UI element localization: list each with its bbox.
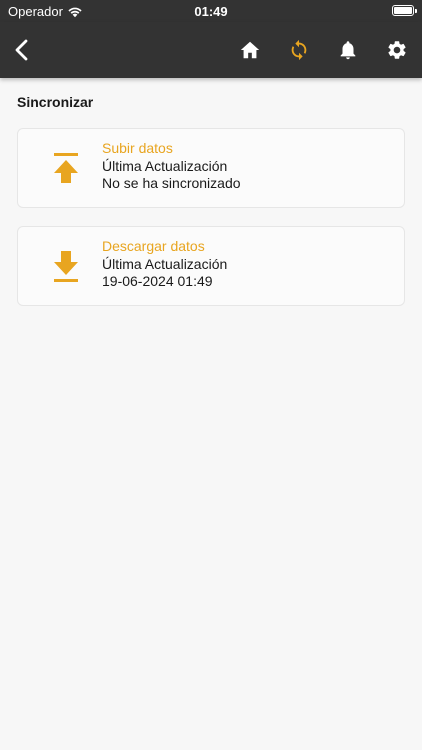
download-icon [54, 251, 78, 282]
download-card-text: Descargar datos Última Actualización 19-… [102, 238, 227, 291]
download-card-title: Descargar datos [102, 238, 205, 254]
battery-icon [392, 5, 414, 16]
download-card-status: 19-06-2024 01:49 [102, 273, 213, 289]
bell-icon [340, 41, 356, 60]
upload-card-text: Subir datos Última Actualización No se h… [102, 140, 241, 193]
gear-icon [388, 41, 406, 59]
upload-icon [54, 153, 78, 183]
sync-icon [291, 39, 307, 61]
upload-card-status: No se ha sincronizado [102, 175, 241, 191]
upload-card-subtitle: Última Actualización [102, 157, 228, 174]
home-icon [240, 41, 260, 59]
back-icon [15, 39, 28, 61]
upload-card-title: Subir datos [102, 140, 173, 156]
download-card-subtitle: Última Actualización [102, 255, 228, 272]
status-time: 01:49 [194, 4, 228, 19]
back-button[interactable] [8, 36, 36, 64]
upload-data-card[interactable]: Subir datos Última Actualización No se h… [17, 128, 405, 208]
page-title: Sincronizar [17, 94, 94, 110]
battery-tip [415, 9, 417, 13]
download-data-card[interactable]: Descargar datos Última Actualización 19-… [17, 226, 405, 306]
settings-button[interactable] [383, 36, 411, 64]
notifications-button[interactable] [334, 36, 362, 64]
status-bar: Operador 01:49 [0, 0, 422, 22]
top-navigation-bar [0, 22, 422, 78]
sync-button[interactable] [285, 36, 313, 64]
home-button[interactable] [236, 36, 264, 64]
